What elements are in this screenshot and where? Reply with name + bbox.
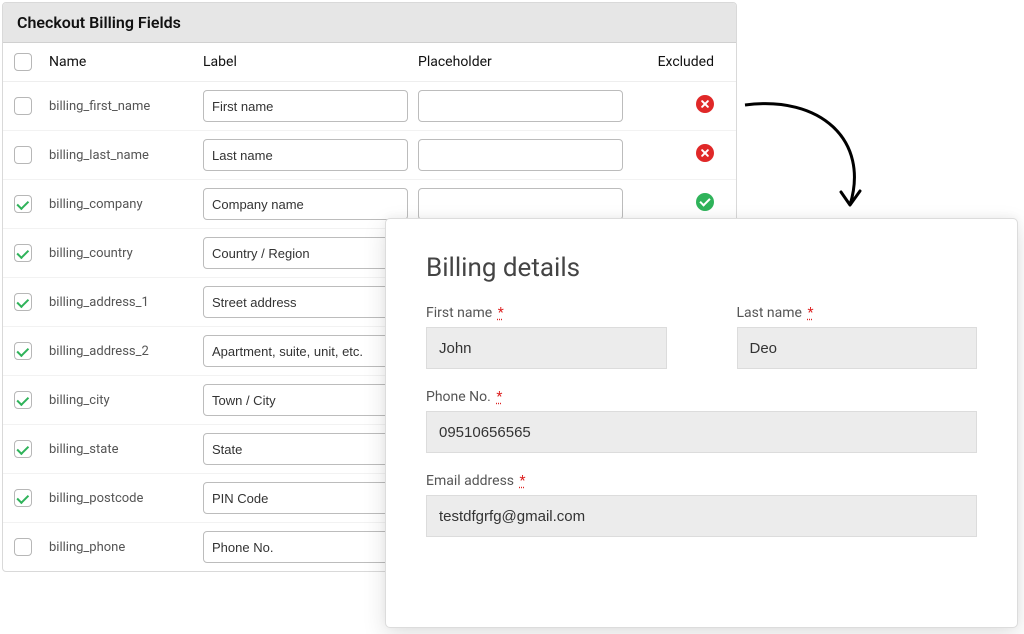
placeholder-input[interactable] — [418, 90, 623, 122]
last-name-field: Last name * — [737, 305, 978, 369]
excluded-yes-icon[interactable] — [696, 193, 714, 211]
row-checkbox[interactable] — [14, 391, 32, 409]
label-input[interactable] — [203, 482, 408, 514]
field-row: billing_last_name — [3, 131, 736, 180]
excluded-no-icon[interactable] — [696, 144, 714, 162]
label-input[interactable] — [203, 335, 408, 367]
billing-details-card: Billing details First name * Last name *… — [385, 218, 1018, 628]
first-name-input[interactable] — [426, 327, 667, 369]
col-header-placeholder: Placeholder — [418, 54, 633, 70]
field-name: billing_first_name — [43, 99, 203, 114]
select-all-checkbox[interactable] — [14, 53, 32, 71]
first-name-field: First name * — [426, 305, 667, 369]
row-checkbox[interactable] — [14, 97, 32, 115]
col-header-name: Name — [43, 54, 203, 70]
required-icon: * — [520, 473, 526, 489]
field-name: billing_phone — [43, 540, 203, 555]
email-label: Email address * — [426, 473, 977, 489]
required-icon: * — [807, 305, 813, 321]
phone-input[interactable] — [426, 411, 977, 453]
field-name: billing_company — [43, 197, 203, 212]
row-checkbox[interactable] — [14, 440, 32, 458]
card-title: Billing details — [426, 253, 977, 283]
row-checkbox[interactable] — [14, 489, 32, 507]
email-field: Email address * — [426, 473, 977, 537]
required-icon: * — [496, 389, 502, 405]
col-header-label: Label — [203, 54, 418, 70]
first-name-label: First name * — [426, 305, 667, 321]
columns-header: Name Label Placeholder Excluded — [3, 43, 736, 82]
row-checkbox[interactable] — [14, 538, 32, 556]
field-name: billing_city — [43, 393, 203, 408]
field-name: billing_state — [43, 442, 203, 457]
label-input[interactable] — [203, 90, 408, 122]
field-name: billing_last_name — [43, 148, 203, 163]
row-checkbox[interactable] — [14, 195, 32, 213]
placeholder-input[interactable] — [418, 139, 623, 171]
label-input[interactable] — [203, 433, 408, 465]
label-input[interactable] — [203, 286, 408, 318]
field-name: billing_address_2 — [43, 344, 203, 359]
label-input[interactable] — [203, 237, 408, 269]
row-checkbox[interactable] — [14, 293, 32, 311]
field-row: billing_first_name — [3, 82, 736, 131]
label-input[interactable] — [203, 531, 408, 563]
row-checkbox[interactable] — [14, 244, 32, 262]
phone-field: Phone No. * — [426, 389, 977, 453]
excluded-no-icon[interactable] — [696, 95, 714, 113]
field-name: billing_country — [43, 246, 203, 261]
label-input[interactable] — [203, 384, 408, 416]
row-checkbox[interactable] — [14, 146, 32, 164]
row-checkbox[interactable] — [14, 342, 32, 360]
email-input[interactable] — [426, 495, 977, 537]
panel-title: Checkout Billing Fields — [3, 3, 736, 43]
last-name-label: Last name * — [737, 305, 978, 321]
last-name-input[interactable] — [737, 327, 978, 369]
preview-arrow — [740, 100, 890, 220]
col-header-excluded: Excluded — [633, 54, 728, 70]
label-input[interactable] — [203, 139, 408, 171]
phone-label: Phone No. * — [426, 389, 977, 405]
field-name: billing_address_1 — [43, 295, 203, 310]
placeholder-input[interactable] — [418, 188, 623, 220]
field-name: billing_postcode — [43, 491, 203, 506]
label-input[interactable] — [203, 188, 408, 220]
required-icon: * — [498, 305, 504, 321]
